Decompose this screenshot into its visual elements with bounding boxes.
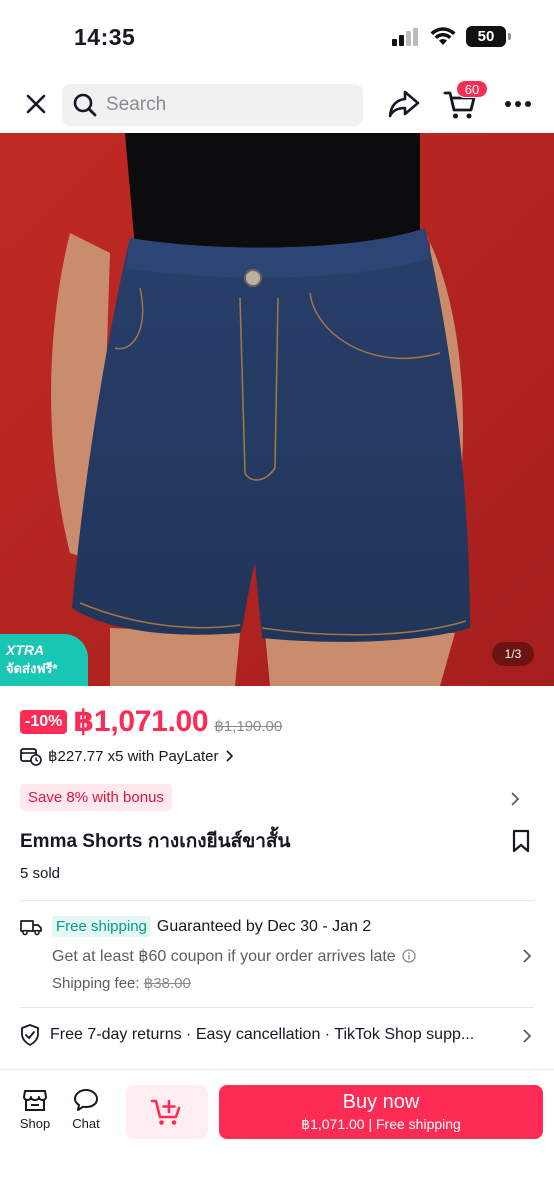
chevron-right-icon: [226, 750, 234, 762]
buy-now-label: Buy now: [342, 1091, 420, 1113]
image-counter: 1/3: [492, 642, 534, 666]
search-placeholder: Search: [106, 94, 167, 115]
bonus-row[interactable]: Save 8% with bonus: [20, 784, 538, 814]
original-price: ฿1,190.00: [214, 717, 283, 735]
sale-price: ฿1,071.00: [73, 705, 209, 738]
sold-count: 5 sold: [20, 865, 61, 882]
divider: [20, 1007, 534, 1008]
buy-now-subtext: ฿1,071.00 | Free shipping: [301, 1116, 461, 1132]
shield-check-icon: [21, 1024, 39, 1046]
bottom-action-bar: Shop Chat Buy now ฿1,071.00 | Free shipp…: [0, 1069, 554, 1200]
chat-label: Chat: [72, 1116, 100, 1131]
wifi-icon: [430, 26, 456, 45]
info-icon[interactable]: [402, 949, 416, 963]
chevron-right-icon: [511, 792, 520, 806]
shipping-fee-label: Shipping fee:: [52, 975, 140, 992]
divider: [20, 900, 534, 901]
search-input[interactable]: Search: [62, 84, 363, 126]
product-title: Emma Shorts กางเกงยีนส์ขาสั้น: [20, 831, 291, 852]
close-icon: [26, 94, 46, 114]
close-button[interactable]: [20, 88, 52, 120]
paylater-row[interactable]: ฿227.77 x5 with PayLater: [20, 746, 234, 766]
search-icon: [73, 93, 97, 117]
cart-badge: 60: [456, 80, 488, 98]
chat-button[interactable]: Chat: [61, 1088, 111, 1131]
top-bar: Search 60: [0, 80, 554, 130]
add-to-cart-icon: [150, 1099, 181, 1125]
chat-icon: [74, 1089, 98, 1111]
more-icon: [505, 101, 531, 107]
share-button[interactable]: [386, 86, 422, 122]
chevron-right-icon: [523, 949, 532, 963]
product-image[interactable]: XTRA จัดส่งฟรี* 1/3: [0, 133, 554, 686]
title-row: Emma Shorts กางเกงยีนส์ขาสั้น: [20, 826, 538, 856]
truck-icon: [20, 919, 42, 935]
status-time: 14:35: [74, 24, 136, 50]
shop-label: Shop: [19, 1116, 51, 1131]
shop-button[interactable]: Shop: [10, 1088, 60, 1131]
share-icon: [388, 90, 420, 118]
returns-text: Free 7-day returns · Easy cancellation ·…: [50, 1026, 475, 1043]
delivery-guarantee: Guaranteed by Dec 30 - Jan 2: [156, 917, 372, 935]
denim-shorts-photo: [0, 133, 554, 686]
returns-row[interactable]: Free 7-day returns · Easy cancellation ·…: [20, 1024, 538, 1046]
xtra-title: XTRA: [6, 642, 45, 658]
xtra-badge: XTRA จัดส่งฟรี*: [0, 634, 88, 686]
add-to-cart-button[interactable]: [126, 1085, 208, 1139]
more-button[interactable]: [500, 88, 536, 120]
shipping-section[interactable]: Free shipping Guaranteed by Dec 30 - Jan…: [20, 916, 538, 992]
free-shipping-tag: Free shipping: [52, 916, 151, 937]
shipping-fee-value: ฿38.00: [143, 975, 191, 992]
discount-badge: -10%: [20, 709, 68, 734]
signal-icon: [392, 27, 418, 46]
xtra-subtitle: จัดส่งฟรี*: [6, 661, 58, 676]
paylater-icon: [20, 748, 42, 766]
battery-icon: 50: [466, 26, 511, 47]
shop-icon: [23, 1090, 47, 1111]
buy-now-button[interactable]: Buy now ฿1,071.00 | Free shipping: [219, 1085, 543, 1139]
status-bar: 14:35 50: [0, 0, 554, 72]
status-icons: 50: [392, 26, 511, 47]
price-row: -10% ฿1,071.00 ฿1,190.00: [20, 704, 282, 739]
bookmark-icon[interactable]: [512, 829, 530, 853]
chevron-right-icon: [523, 1029, 532, 1043]
late-coupon-note: Get at least ฿60 coupon if your order ar…: [52, 948, 396, 965]
paylater-text: ฿227.77 x5 with PayLater: [48, 748, 219, 765]
bonus-badge: Save 8% with bonus: [20, 784, 172, 811]
